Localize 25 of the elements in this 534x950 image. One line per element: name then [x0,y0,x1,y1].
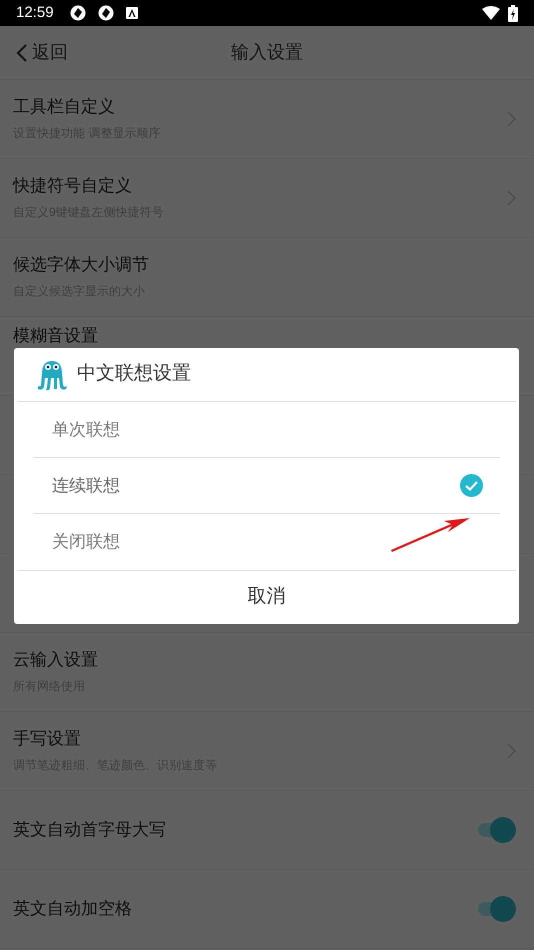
aperture-icon [70,5,86,21]
check-icon [460,474,483,497]
setting-title: 云输入设置 [13,649,98,671]
setting-title: 手写设置 [13,728,81,750]
option-item[interactable]: 关闭联想 [33,514,500,570]
option-item[interactable]: 连续联想 [33,458,500,514]
setting-title: 模糊音设置 [13,325,98,347]
dialog-title: 中文联想设置 [77,362,191,386]
back-chevron-icon [16,42,28,62]
wifi-icon [482,6,500,20]
cancel-button[interactable]: 取消 [17,570,516,624]
option-item[interactable]: 单次联想 [33,402,500,458]
back-button[interactable]: 返回 [0,39,68,66]
setting-title: 工具栏自定义 [13,96,115,118]
notification-icon [126,7,138,19]
battery-icon [508,4,518,22]
page-title: 输入设置 [231,41,303,64]
toggle-switch[interactable] [476,817,516,843]
setting-title: 快捷符号自定义 [13,175,132,197]
toggle-switch[interactable] [476,896,516,922]
status-time: 12:59 [16,2,54,23]
setting-title: 英文自动首字母大写 [13,819,166,842]
setting-title: 英文自动加空格 [13,898,132,920]
setting-title: 候选字体大小调节 [13,254,149,276]
aperture-icon [98,5,114,21]
